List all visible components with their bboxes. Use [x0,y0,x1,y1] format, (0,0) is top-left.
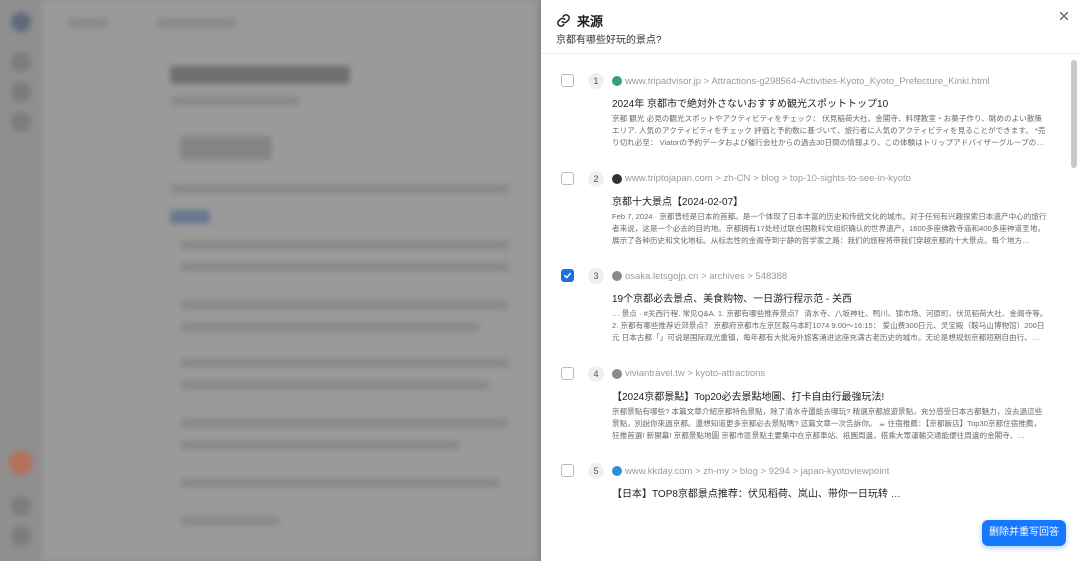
source-url[interactable]: www.triptojapan.com > zh-CN > blog > top… [625,173,911,184]
source-checkbox[interactable] [561,74,574,87]
source-checkbox[interactable] [561,269,574,282]
source-url-row[interactable]: www.triptojapan.com > zh-CN > blog > top… [612,173,911,185]
nav-icon [11,526,31,546]
source-url-row[interactable]: www.kkday.com > zh-my > blog > 9294 > ja… [612,465,889,477]
avatar [9,451,33,475]
sources-panel: 来源 京都有哪些好玩的景点? 1 www.tripadvisor.jp > Att… [541,0,1080,561]
background-sidebar [0,0,42,561]
app-logo-icon [11,12,31,32]
kkday-icon [612,466,622,476]
source-snippet: … 景点 · #关西行程. 常见Q&A. 1. 京都有哪些推荐景点？ 清水寺、八… [612,309,1048,342]
source-snippet: 京都景點有哪些? 本篇文章介紹京都特色景點，除了清水寺還能去哪玩? 精選京都旅遊… [612,406,1043,440]
source-item: 2 www.triptojapan.com > zh-CN > blog > to… [541,165,1068,263]
source-title[interactable]: 【2024京都景點】Top20必去景點地圖、打卡自由行最強玩法! [612,388,884,403]
source-index: 4 [588,365,604,382]
background-text [180,262,510,272]
source-item: 4 viviantravel.tw > kyoto-attractions 【202… [541,360,1068,458]
scrollbar-thumb[interactable] [1071,60,1077,168]
query-subtitle: 京都有哪些好玩的景点? [556,35,662,46]
source-url[interactable]: www.kkday.com > zh-my > blog > 9294 > ja… [625,466,889,477]
panel-title: 来源 [577,14,604,29]
source-url-row[interactable]: viviantravel.tw > kyoto-attractions [612,368,765,380]
letsgojp-icon [612,271,622,281]
delete-and-rewrite-button[interactable]: 删除并重写回答 [982,520,1066,546]
source-url[interactable]: osaka.letsgojp.cn > archives > 548388 [625,271,787,282]
source-index: 5 [588,463,604,479]
source-list: 1 www.tripadvisor.jp > Attractions-g29856… [541,55,1068,561]
source-item: 3 osaka.letsgojp.cn > archives > 548388 19… [541,262,1068,360]
scrollbar[interactable] [1070,55,1078,561]
source-title[interactable]: 【日本】TOP8京都景点推荐：伏见稻荷、岚山、带你一日玩转 … [612,485,901,500]
background-text [180,380,490,390]
nav-icon [11,112,31,132]
background-text [180,240,510,250]
source-index: 3 [588,268,604,284]
nav-icon [11,82,31,102]
source-url[interactable]: viviantravel.tw > kyoto-attractions [625,368,765,379]
background-app [0,0,541,561]
source-snippet: Feb 7, 2024 · 京都曾经是日本的首都。是一个体现了日本丰富的历史和传… [612,211,1047,245]
source-checkbox[interactable] [561,171,574,185]
source-index: 2 [588,170,604,187]
source-title[interactable]: 19个京都必去景点、美食购物、一日游行程示范 - 关西 [612,290,852,305]
background-text [180,300,510,310]
background-button [180,136,272,160]
panel-header: 来源 京都有哪些好玩的景点? [541,0,1080,54]
source-index: 1 [588,73,604,89]
background-text [180,516,280,526]
tripadvisor-icon [612,76,622,86]
background-text [180,358,510,368]
source-title[interactable]: 2024年 京都市で絶対外さないおすすめ観光スポットトップ10 [612,95,888,110]
background-tag [170,210,210,224]
background-text [180,418,510,428]
triptojapan-icon [612,173,622,184]
background-text [180,478,500,488]
source-checkbox[interactable] [561,366,574,380]
nav-icon [11,52,31,72]
background-text [170,184,510,194]
background-heading [170,66,350,84]
background-text [180,322,480,332]
source-item: 1 www.tripadvisor.jp > Attractions-g29856… [541,67,1068,165]
source-url[interactable]: www.tripadvisor.jp > Attractions-g298564… [625,76,990,87]
link-icon [557,14,570,27]
viviantravel-icon [612,368,622,379]
nav-icon [11,496,31,516]
source-url-row[interactable]: www.tripadvisor.jp > Attractions-g298564… [612,75,990,87]
close-icon[interactable] [1057,9,1071,23]
source-title[interactable]: 京都十大景点【2024-02-07】 [612,193,743,208]
source-checkbox[interactable] [561,464,574,477]
background-text [170,96,300,106]
check-icon [564,272,572,279]
background-text [66,18,110,28]
source-url-row[interactable]: osaka.letsgojp.cn > archives > 548388 [612,270,787,282]
source-snippet: 京都 観光 必見の観光スポットやアクティビティをチェック： 伏見稲荷大社、金閣寺… [612,114,1046,147]
panel-title-row: 来源 [556,11,603,30]
background-text [180,440,460,450]
background-text [156,18,238,28]
